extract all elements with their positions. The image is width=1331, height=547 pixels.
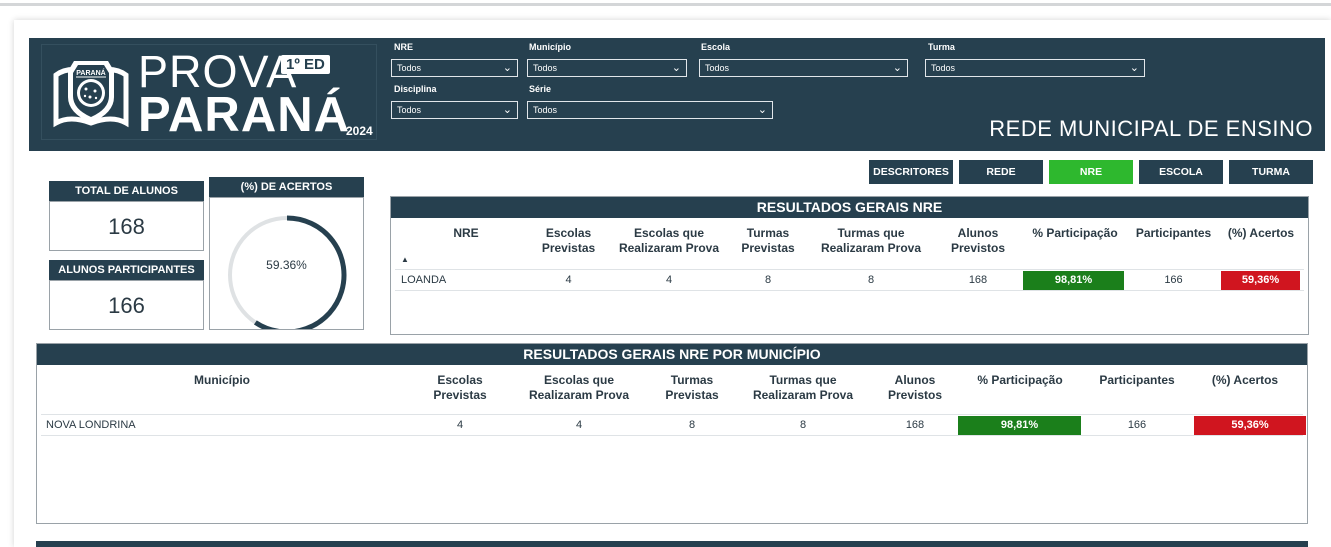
filter-disciplina-select[interactable]: Todos ⌄ bbox=[391, 101, 518, 119]
col-escolas-realizaram[interactable]: Escolas que Realizaram Prova bbox=[514, 373, 644, 403]
top-divider bbox=[0, 3, 1331, 6]
report-header: PARANÁ PROVA 1º ED PARANÁ 2024 NRE Todos… bbox=[29, 38, 1325, 151]
filter-disciplina-label: Disciplina bbox=[394, 84, 437, 94]
kpi-total-alunos-value: 168 bbox=[108, 214, 145, 239]
filter-escola-select[interactable]: Todos ⌄ bbox=[699, 59, 908, 77]
gauge-fill bbox=[253, 215, 347, 329]
header-divider bbox=[395, 269, 1304, 270]
col-participacao[interactable]: % Participação bbox=[965, 373, 1075, 388]
row-divider bbox=[395, 290, 1304, 291]
filter-disciplina-value: Todos bbox=[397, 105, 422, 115]
logo-edition-badge: 1º ED bbox=[281, 55, 330, 74]
logo-parana-text: PARANÁ bbox=[138, 88, 350, 142]
cell-turmas-realizaram: 8 bbox=[867, 274, 875, 286]
tab-escola[interactable]: ESCOLA bbox=[1139, 160, 1223, 184]
cell-alunos-previstos: 168 bbox=[968, 274, 988, 286]
emblem-lettering: PARANÁ bbox=[76, 68, 105, 77]
cell-escolas-realizaram: 4 bbox=[575, 419, 583, 431]
tab-nre[interactable]: NRE bbox=[1049, 160, 1133, 184]
col-turmas-realizaram[interactable]: Turmas que Realizaram Prova bbox=[815, 226, 927, 256]
kpi-total-alunos-card: 168 bbox=[49, 201, 204, 251]
col-turmas-previstas[interactable]: Turmas Previstas bbox=[657, 373, 727, 403]
cell-acertos: 59,36% bbox=[1194, 416, 1306, 435]
cell-escolas-realizaram: 4 bbox=[665, 274, 673, 286]
col-participantes[interactable]: Participantes bbox=[1089, 373, 1185, 388]
cell-turmas-previstas: 8 bbox=[764, 274, 772, 286]
filter-escola-value: Todos bbox=[705, 63, 730, 73]
col-escolas-realizaram[interactable]: Escolas que Realizaram Prova bbox=[613, 226, 725, 256]
kpi-acertos-label: (%) DE ACERTOS bbox=[209, 177, 364, 197]
chevron-down-icon: ⌄ bbox=[502, 104, 512, 116]
tab-descritores[interactable]: DESCRITORES bbox=[869, 160, 953, 184]
col-escolas-previstas[interactable]: Escolas Previstas bbox=[531, 226, 606, 256]
filter-turma-value: Todos bbox=[931, 63, 956, 73]
header-divider bbox=[41, 414, 1303, 415]
parana-emblem-icon: PARANÁ bbox=[53, 61, 129, 128]
chevron-down-icon: ⌄ bbox=[502, 62, 512, 74]
logo-year: 2024 bbox=[346, 124, 373, 138]
col-alunos-previstos[interactable]: Alunos Previstos bbox=[943, 226, 1013, 256]
cell-municipio[interactable]: NOVA LONDRINA bbox=[46, 416, 266, 434]
kpi-participantes-value: 166 bbox=[108, 293, 145, 318]
cell-nre[interactable]: LOANDA bbox=[401, 271, 521, 289]
cell-acertos: 59,36% bbox=[1221, 271, 1300, 290]
chevron-down-icon: ⌄ bbox=[671, 62, 681, 74]
page-title: REDE MUNICIPAL DE ENSINO bbox=[989, 116, 1313, 141]
col-turmas-previstas[interactable]: Turmas Previstas bbox=[734, 226, 802, 256]
filter-serie-value: Todos bbox=[533, 105, 558, 115]
kpi-participantes-card: 166 bbox=[49, 280, 204, 330]
kpi-participantes-label: ALUNOS PARTICIPANTES bbox=[49, 260, 204, 280]
filter-nre-value: Todos bbox=[397, 63, 422, 73]
row-divider bbox=[41, 435, 1303, 436]
report-canvas: PARANÁ PROVA 1º ED PARANÁ 2024 NRE Todos… bbox=[29, 38, 1325, 547]
cell-turmas-realizaram: 8 bbox=[799, 419, 807, 431]
filter-municipio-select[interactable]: Todos ⌄ bbox=[527, 59, 687, 77]
prova-parana-logo: PARANÁ PROVA 1º ED PARANÁ 2024 bbox=[41, 44, 377, 140]
filter-municipio-value: Todos bbox=[533, 63, 558, 73]
cell-participacao: 98,81% bbox=[1023, 271, 1124, 290]
cell-escolas-previstas: 4 bbox=[565, 274, 572, 286]
cell-turmas-previstas: 8 bbox=[688, 419, 696, 431]
chevron-down-icon: ⌄ bbox=[1129, 62, 1139, 74]
filter-nre-label: NRE bbox=[394, 42, 414, 52]
cell-participacao: 98,81% bbox=[958, 416, 1081, 435]
col-alunos-previstos[interactable]: Alunos Previstos bbox=[879, 373, 951, 403]
filter-turma-select[interactable]: Todos ⌄ bbox=[925, 59, 1145, 77]
filter-municipio-label: Município bbox=[529, 42, 571, 52]
filter-escola-label: Escola bbox=[701, 42, 731, 52]
next-table-title-bar bbox=[36, 541, 1308, 547]
kpi-total-alunos-label: TOTAL DE ALUNOS bbox=[49, 181, 204, 201]
table-municipio: RESULTADOS GERAIS NRE POR MUNICÍPIO Muni… bbox=[36, 343, 1308, 524]
col-nre[interactable]: NRE bbox=[431, 226, 501, 241]
kpi-acertos-card: 59.36% bbox=[209, 197, 364, 330]
col-participacao[interactable]: % Participação bbox=[1025, 226, 1125, 241]
col-escolas-previstas[interactable]: Escolas Previstas bbox=[420, 373, 500, 403]
table-municipio-title: RESULTADOS GERAIS NRE POR MUNICÍPIO bbox=[37, 344, 1307, 365]
chevron-down-icon: ⌄ bbox=[757, 104, 767, 116]
tab-turma[interactable]: TURMA bbox=[1229, 160, 1313, 184]
kpi-acertos-value: 59.36% bbox=[266, 258, 307, 272]
cell-participantes: 166 bbox=[1127, 419, 1147, 431]
cell-alunos-previstos: 168 bbox=[905, 419, 925, 431]
filter-serie-select[interactable]: Todos ⌄ bbox=[527, 101, 773, 119]
cell-participantes: 166 bbox=[1164, 274, 1183, 286]
table-nre: RESULTADOS GERAIS NRE NRE ▲ Escolas Prev… bbox=[390, 196, 1309, 335]
tab-rede[interactable]: REDE bbox=[959, 160, 1043, 184]
col-turmas-realizaram[interactable]: Turmas que Realizaram Prova bbox=[739, 373, 867, 403]
col-participantes[interactable]: Participantes bbox=[1131, 226, 1216, 241]
filter-nre-select[interactable]: Todos ⌄ bbox=[391, 59, 518, 77]
sort-ascending-icon[interactable]: ▲ bbox=[401, 255, 409, 264]
cell-escolas-previstas: 4 bbox=[456, 419, 464, 431]
filter-turma-label: Turma bbox=[928, 42, 955, 52]
table-nre-title: RESULTADOS GERAIS NRE bbox=[391, 197, 1308, 218]
col-municipio[interactable]: Município bbox=[147, 373, 297, 388]
col-acertos[interactable]: (%) Acertos bbox=[1195, 373, 1295, 388]
col-acertos[interactable]: (%) Acertos bbox=[1221, 226, 1301, 241]
chevron-down-icon: ⌄ bbox=[892, 62, 902, 74]
filter-serie-label: Série bbox=[529, 84, 552, 94]
